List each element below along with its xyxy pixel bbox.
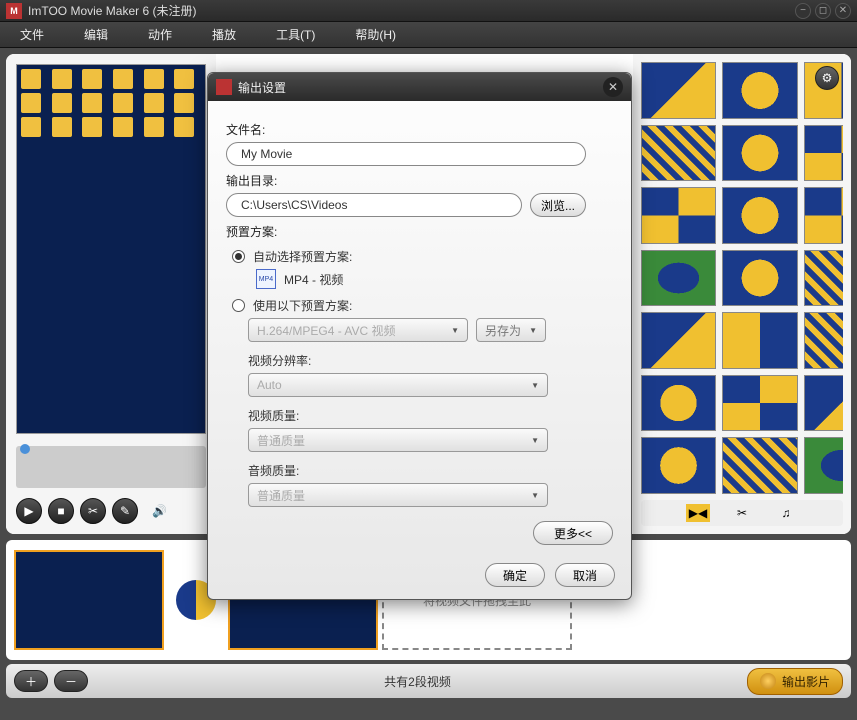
title-bar: M ImTOO Movie Maker 6 (未注册) − ◻ ✕	[0, 0, 857, 22]
transition-thumb[interactable]	[804, 312, 843, 369]
export-button[interactable]: 输出影片	[747, 668, 843, 695]
menu-bar: 文件 编辑 动作 播放 工具(T) 帮助(H)	[0, 22, 857, 48]
timeline-clip[interactable]	[14, 550, 164, 650]
radio-custom-label: 使用以下预置方案:	[253, 297, 352, 314]
export-icon	[760, 673, 776, 689]
cancel-button[interactable]: 取消	[555, 563, 615, 587]
preset-combo[interactable]: H.264/MPEG4 - AVC 视频▼	[248, 318, 468, 342]
play-button[interactable]: ▶	[16, 498, 42, 524]
status-text: 共有2段视频	[384, 673, 451, 690]
panel-settings-button[interactable]: ⚙	[815, 66, 839, 90]
transition-thumb[interactable]	[722, 312, 797, 369]
preview-viewport[interactable]	[16, 64, 206, 434]
transition-thumb[interactable]	[804, 125, 843, 182]
menu-action[interactable]: 动作	[148, 26, 172, 43]
browse-button[interactable]: 浏览...	[530, 193, 586, 217]
transition-thumb[interactable]	[804, 250, 843, 307]
transition-thumb[interactable]	[641, 312, 716, 369]
export-settings-dialog: 输出设置 ✕ 文件名: My Movie 输出目录: C:\Users\CS\V…	[207, 72, 632, 600]
filename-input[interactable]: My Movie	[226, 142, 586, 166]
menu-help[interactable]: 帮助(H)	[355, 26, 396, 43]
mp4-icon: MP4	[256, 269, 276, 289]
dialog-close-button[interactable]: ✕	[603, 77, 623, 97]
radio-auto-preset[interactable]	[232, 250, 245, 263]
dialog-titlebar[interactable]: 输出设置 ✕	[208, 73, 631, 101]
tab-crop[interactable]: ✂	[730, 504, 754, 522]
mp4-text: MP4 - 视频	[284, 271, 343, 288]
transition-thumb[interactable]	[722, 437, 797, 494]
audio-quality-label: 音频质量:	[248, 462, 613, 479]
resolution-label: 视频分辨率:	[248, 352, 613, 369]
seek-slider[interactable]	[16, 446, 206, 488]
filename-label: 文件名:	[226, 121, 613, 138]
transition-thumb[interactable]	[641, 62, 716, 119]
volume-icon[interactable]: 🔊	[152, 504, 167, 518]
preview-column: ▶ ■ ✂ ✎ 🔊	[6, 54, 216, 534]
transition-thumb[interactable]	[804, 437, 843, 494]
menu-play[interactable]: 播放	[212, 26, 236, 43]
app-logo-icon: M	[6, 3, 22, 19]
transitions-panel: ▶◀ ✂ ♫	[633, 54, 851, 534]
transition-thumb[interactable]	[641, 437, 716, 494]
transition-thumb[interactable]	[722, 250, 797, 307]
menu-edit[interactable]: 编辑	[84, 26, 108, 43]
radio-custom-preset[interactable]	[232, 299, 245, 312]
dialog-title: 输出设置	[238, 79, 286, 96]
dialog-logo-icon	[216, 79, 232, 95]
video-quality-label: 视频质量:	[248, 407, 613, 424]
cut-button[interactable]: ✂	[80, 498, 106, 524]
tab-transitions[interactable]: ▶◀	[686, 504, 710, 522]
outdir-label: 输出目录:	[226, 172, 613, 189]
more-button[interactable]: 更多<<	[533, 521, 613, 545]
tab-audio[interactable]: ♫	[774, 504, 798, 522]
edit-button[interactable]: ✎	[112, 498, 138, 524]
add-clip-button[interactable]: ＋	[14, 670, 48, 692]
remove-clip-button[interactable]: －	[54, 670, 88, 692]
window-title: ImTOO Movie Maker 6 (未注册)	[28, 2, 196, 19]
audio-quality-combo[interactable]: 普通质量▼	[248, 483, 548, 507]
transition-thumb[interactable]	[804, 187, 843, 244]
transition-thumb[interactable]	[722, 375, 797, 432]
outdir-input[interactable]: C:\Users\CS\Videos	[226, 193, 522, 217]
video-quality-combo[interactable]: 普通质量▼	[248, 428, 548, 452]
transition-thumb[interactable]	[641, 375, 716, 432]
transition-thumb[interactable]	[641, 250, 716, 307]
saveas-button[interactable]: 另存为▼	[476, 318, 546, 342]
close-button[interactable]: ✕	[835, 3, 851, 19]
ok-button[interactable]: 确定	[485, 563, 545, 587]
export-label: 输出影片	[782, 673, 830, 690]
transition-thumb[interactable]	[722, 125, 797, 182]
transition-thumb[interactable]	[722, 62, 797, 119]
transition-thumb[interactable]	[804, 375, 843, 432]
transition-thumb[interactable]	[641, 187, 716, 244]
bottom-bar: ＋ － 共有2段视频 输出影片	[6, 664, 851, 698]
menu-tools[interactable]: 工具(T)	[276, 26, 315, 43]
radio-auto-label: 自动选择预置方案:	[253, 248, 352, 265]
preset-section-label: 预置方案:	[226, 223, 613, 240]
transition-thumb[interactable]	[641, 125, 716, 182]
resolution-combo[interactable]: Auto▼	[248, 373, 548, 397]
transition-thumb[interactable]	[722, 187, 797, 244]
maximize-button[interactable]: ◻	[815, 3, 831, 19]
minimize-button[interactable]: −	[795, 3, 811, 19]
stop-button[interactable]: ■	[48, 498, 74, 524]
menu-file[interactable]: 文件	[20, 26, 44, 43]
